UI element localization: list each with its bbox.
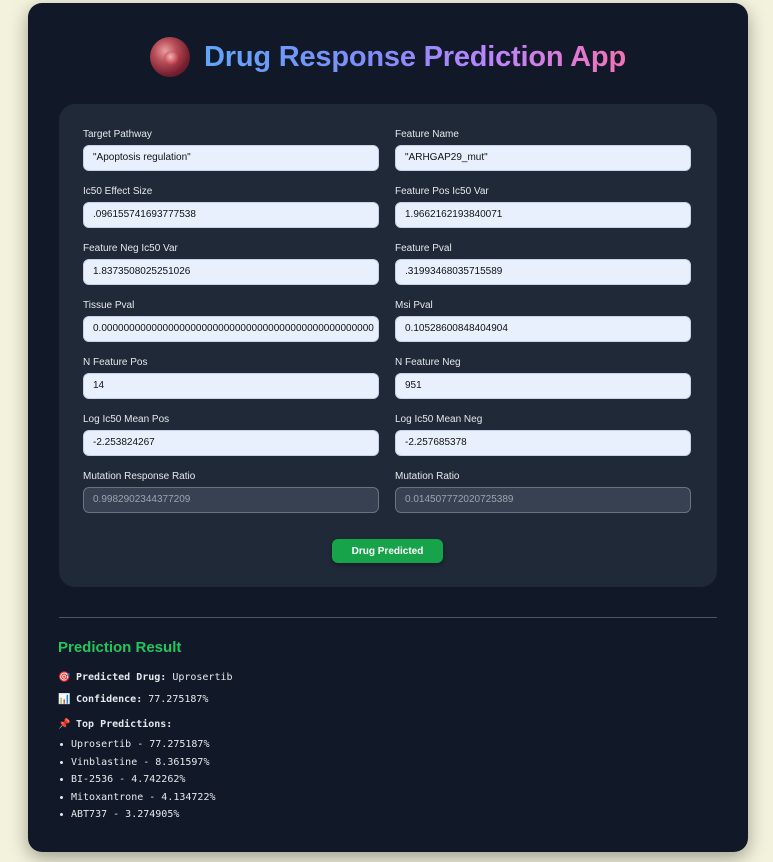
field-label: Log Ic50 Mean Neg bbox=[395, 414, 483, 425]
bullet-icon bbox=[60, 813, 63, 817]
field-label: Feature Pos Ic50 Var bbox=[395, 186, 489, 197]
bullet-icon bbox=[60, 760, 63, 764]
result-heading: Prediction Result bbox=[58, 639, 182, 656]
confidence-label: Confidence: bbox=[76, 694, 143, 705]
field-label: Log Ic50 Mean Pos bbox=[83, 414, 170, 425]
field-label: Mutation Ratio bbox=[395, 471, 460, 482]
bullet-icon bbox=[60, 795, 63, 799]
list-item: ABT737 - 3.274905% bbox=[58, 806, 216, 824]
field-tissue-pval: Tissue Pval 0.000000000000000000000000000… bbox=[83, 299, 379, 342]
field-n-feature-pos: N Feature Pos 14 bbox=[83, 356, 379, 399]
list-item: Vinblastine - 8.361597% bbox=[58, 754, 216, 772]
mutation-response-ratio-input: 0.9982902344377209 bbox=[83, 487, 379, 513]
field-feature-pval: Feature Pval .31993468035715589 bbox=[395, 242, 691, 285]
field-label: Mutation Response Ratio bbox=[83, 471, 196, 482]
bar-chart-icon: 📊 bbox=[58, 694, 71, 705]
n-feature-neg-input[interactable]: 951 bbox=[395, 373, 691, 399]
field-msi-pval: Msi Pval 0.10528600848404904 bbox=[395, 299, 691, 342]
field-feature-neg-ic50-var: Feature Neg Ic50 Var 1.8373508025251026 bbox=[83, 242, 379, 285]
bullet-icon bbox=[60, 743, 63, 747]
predicted-drug-value: Uprosertib bbox=[172, 672, 233, 683]
input-form: Target Pathway "Apoptosis regulation" Feat… bbox=[59, 104, 717, 587]
list-item: Uprosertib - 77.275187% bbox=[58, 736, 216, 754]
field-label: Tissue Pval bbox=[83, 300, 135, 311]
confidence-line: 📊 Confidence: 77.275187% bbox=[58, 694, 208, 705]
drug-predicted-button[interactable]: Drug Predicted bbox=[332, 539, 443, 563]
field-log-ic50-mean-neg: Log Ic50 Mean Neg -2.257685378 bbox=[395, 413, 691, 456]
field-ic50-effect-size: Ic50 Effect Size .096155741693777538 bbox=[83, 185, 379, 228]
field-n-feature-neg: N Feature Neg 951 bbox=[395, 356, 691, 399]
cell-logo-icon bbox=[150, 37, 191, 77]
prediction-text: Vinblastine - 8.361597% bbox=[71, 756, 210, 768]
field-grid: Target Pathway "Apoptosis regulation" Feat… bbox=[83, 128, 691, 513]
feature-pval-input[interactable]: .31993468035715589 bbox=[395, 259, 691, 285]
field-label: N Feature Pos bbox=[83, 357, 148, 368]
target-icon: 🎯 bbox=[58, 672, 71, 683]
predicted-drug-line: 🎯 Predicted Drug: Uprosertib bbox=[58, 672, 233, 683]
field-label: Feature Pval bbox=[395, 243, 452, 254]
target-pathway-input[interactable]: "Apoptosis regulation" bbox=[83, 145, 379, 171]
page-title: Drug Response Prediction App bbox=[204, 35, 626, 79]
list-item: BI-2536 - 4.742262% bbox=[58, 771, 216, 789]
predicted-drug-label: Predicted Drug: bbox=[76, 672, 167, 683]
pushpin-icon: 📌 bbox=[58, 719, 71, 730]
msi-pval-input[interactable]: 0.10528600848404904 bbox=[395, 316, 691, 342]
feature-pos-ic50-var-input[interactable]: 1.9662162193840071 bbox=[395, 202, 691, 228]
prediction-text: BI-2536 - 4.742262% bbox=[71, 774, 186, 785]
field-target-pathway: Target Pathway "Apoptosis regulation" bbox=[83, 128, 379, 171]
field-label: Target Pathway bbox=[83, 129, 152, 140]
prediction-text: Mitoxantrone - 4.134722% bbox=[71, 791, 216, 803]
prediction-result: Prediction Result 🎯 Predicted Drug: Upro… bbox=[58, 639, 718, 820]
log-ic50-mean-neg-input[interactable]: -2.257685378 bbox=[395, 430, 691, 456]
bullet-icon bbox=[60, 778, 63, 782]
feature-neg-ic50-var-input[interactable]: 1.8373508025251026 bbox=[83, 259, 379, 285]
app-header: Drug Response Prediction App bbox=[28, 35, 748, 79]
field-label: Ic50 Effect Size bbox=[83, 186, 153, 197]
confidence-value: 77.275187% bbox=[148, 694, 209, 705]
list-item: Mitoxantrone - 4.134722% bbox=[58, 789, 216, 807]
field-mutation-ratio: Mutation Ratio 0.014507772020725389 bbox=[395, 470, 691, 513]
field-label: Feature Neg Ic50 Var bbox=[83, 243, 178, 254]
prediction-text: ABT737 - 3.274905% bbox=[71, 809, 180, 820]
field-feature-pos-ic50-var: Feature Pos Ic50 Var 1.9662162193840071 bbox=[395, 185, 691, 228]
ic50-effect-size-input[interactable]: .096155741693777538 bbox=[83, 202, 379, 228]
top-predictions-list: Uprosertib - 77.275187% Vinblastine - 8.3… bbox=[58, 736, 216, 824]
top-predictions-line: 📌 Top Predictions: bbox=[58, 719, 172, 730]
field-log-ic50-mean-pos: Log Ic50 Mean Pos -2.253824267 bbox=[83, 413, 379, 456]
app-window: Drug Response Prediction App Target Path… bbox=[28, 3, 748, 852]
log-ic50-mean-pos-input[interactable]: -2.253824267 bbox=[83, 430, 379, 456]
field-label: N Feature Neg bbox=[395, 357, 461, 368]
field-label: Feature Name bbox=[395, 129, 459, 140]
top-predictions-label: Top Predictions: bbox=[76, 719, 173, 730]
field-mutation-response-ratio: Mutation Response Ratio 0.998290234437720… bbox=[83, 470, 379, 513]
prediction-text: Uprosertib - 77.275187% bbox=[71, 739, 210, 750]
n-feature-pos-input[interactable]: 14 bbox=[83, 373, 379, 399]
field-label: Msi Pval bbox=[395, 300, 433, 311]
tissue-pval-input[interactable]: 0.00000000000000000000000000000000000000… bbox=[83, 316, 379, 342]
section-divider bbox=[59, 617, 717, 618]
feature-name-input[interactable]: "ARHGAP29_mut" bbox=[395, 145, 691, 171]
field-feature-name: Feature Name "ARHGAP29_mut" bbox=[395, 128, 691, 171]
mutation-ratio-input: 0.014507772020725389 bbox=[395, 487, 691, 513]
